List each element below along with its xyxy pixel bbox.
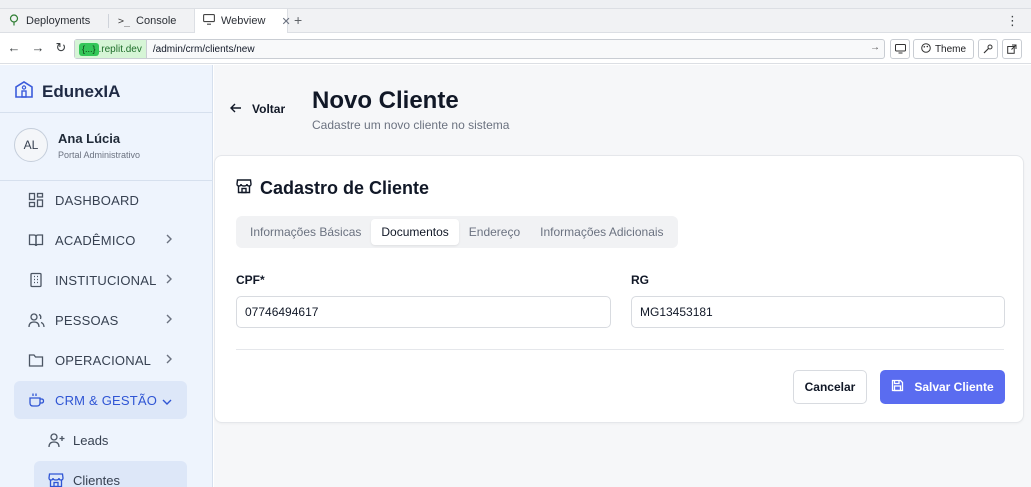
main-content: Voltar Novo Cliente Cadastre um novo cli… bbox=[214, 65, 1031, 487]
repl-domain: {...} .replit.dev bbox=[75, 40, 147, 58]
tab-label: Console bbox=[136, 15, 177, 27]
save-label: Salvar Cliente bbox=[914, 380, 994, 394]
repl-chip: {...} bbox=[79, 42, 99, 56]
user-name: Ana Lúcia bbox=[58, 131, 121, 146]
tab-separator bbox=[108, 14, 109, 28]
tab-label: Deployments bbox=[26, 15, 91, 27]
back-arrow-icon[interactable]: ← bbox=[6, 40, 22, 55]
wrench-icon[interactable] bbox=[978, 39, 998, 59]
page-title: Novo Cliente bbox=[312, 87, 459, 114]
avatar[interactable]: AL bbox=[14, 128, 48, 162]
client-form-card: Cadastro de Cliente Informações Básicas … bbox=[214, 155, 1024, 423]
cpf-field[interactable]: 07746494617 bbox=[236, 296, 611, 328]
user-role: Portal Administrativo bbox=[58, 150, 141, 160]
browser-tab-bar: Deployments >_ Console Webview ✕ + ⋮ bbox=[0, 9, 1031, 33]
sidebar-subitem-leads[interactable]: Leads bbox=[34, 421, 187, 459]
reload-icon[interactable]: ↻ bbox=[53, 40, 69, 56]
url-field[interactable]: {...} .replit.dev /admin/crm/clients/new… bbox=[74, 39, 885, 59]
more-options-icon[interactable]: ⋮ bbox=[1006, 13, 1019, 29]
back-button[interactable]: Voltar bbox=[230, 102, 285, 116]
form-tabs: Informações Básicas Documentos Endereço … bbox=[236, 216, 678, 248]
forward-arrow-icon[interactable]: → bbox=[30, 40, 46, 55]
dashboard-icon bbox=[27, 191, 45, 209]
tab-webview[interactable]: Webview ✕ bbox=[194, 9, 291, 33]
terminal-icon: >_ bbox=[118, 15, 131, 27]
divider bbox=[236, 349, 1004, 350]
school-icon bbox=[14, 79, 34, 104]
palette-icon bbox=[921, 42, 931, 56]
rg-label: RG bbox=[631, 273, 649, 287]
back-label: Voltar bbox=[252, 102, 286, 116]
sidebar-item-label: PESSOAS bbox=[55, 312, 119, 328]
sidebar-item-institucional[interactable]: INSTITUCIONAL bbox=[14, 261, 187, 299]
tab-deployments[interactable]: Deployments bbox=[0, 9, 106, 33]
devices-icon[interactable] bbox=[890, 39, 910, 59]
sidebar-item-label: OPERACIONAL bbox=[55, 352, 152, 368]
rg-field[interactable]: MG13453181 bbox=[631, 296, 1005, 328]
sidebar-item-label: INSTITUCIONAL bbox=[55, 272, 157, 288]
user-plus-icon bbox=[47, 431, 65, 449]
url-path: /admin/crm/clients/new bbox=[152, 43, 255, 55]
card-title-text: Cadastro de Cliente bbox=[260, 178, 430, 198]
arrow-left-icon bbox=[230, 102, 242, 116]
cancel-button[interactable]: Cancelar bbox=[793, 370, 867, 404]
tab-console[interactable]: >_ Console bbox=[110, 9, 194, 33]
url-go-icon[interactable]: → bbox=[870, 42, 880, 53]
divider bbox=[0, 112, 213, 113]
cpf-label: CPF* bbox=[236, 273, 265, 287]
sidebar: EdunexIA AL Ana Lúcia Portal Administrat… bbox=[0, 65, 213, 487]
tab-informacoes-basicas[interactable]: Informações Básicas bbox=[240, 219, 371, 245]
tree-icon bbox=[8, 13, 20, 29]
tab-label: Webview bbox=[221, 15, 266, 27]
coffee-icon bbox=[27, 391, 45, 409]
page-subtitle: Cadastre um novo cliente no sistema bbox=[312, 118, 510, 132]
sidebar-subitem-clientes[interactable]: Clientes bbox=[34, 461, 187, 487]
tab-informacoes-adicionais[interactable]: Informações Adicionais bbox=[530, 219, 673, 245]
sidebar-item-pessoas[interactable]: PESSOAS bbox=[14, 301, 187, 339]
chevron-right-icon bbox=[165, 353, 173, 368]
browser-top-strip bbox=[0, 0, 1031, 9]
sidebar-item-operacional[interactable]: OPERACIONAL bbox=[14, 341, 187, 379]
external-link-icon[interactable] bbox=[1002, 39, 1022, 59]
sidebar-item-label: CRM & GESTÃO bbox=[55, 392, 158, 408]
chevron-right-icon bbox=[165, 233, 173, 248]
building-icon bbox=[27, 271, 45, 289]
save-icon bbox=[891, 379, 904, 395]
tab-documentos[interactable]: Documentos bbox=[371, 219, 459, 245]
brand[interactable]: EdunexIA bbox=[14, 79, 120, 104]
sidebar-item-dashboard[interactable]: DASHBOARD bbox=[14, 181, 187, 219]
theme-button[interactable]: Theme bbox=[913, 39, 974, 59]
sidebar-item-label: DASHBOARD bbox=[55, 192, 140, 208]
sidebar-item-academico[interactable]: ACADÊMICO bbox=[14, 221, 187, 259]
address-bar-row: ← → ↻ {...} .replit.dev /admin/crm/clien… bbox=[0, 34, 1031, 64]
theme-label: Theme bbox=[934, 43, 967, 55]
book-icon bbox=[27, 231, 45, 249]
tab-endereco[interactable]: Endereço bbox=[459, 219, 530, 245]
chevron-right-icon bbox=[165, 273, 173, 288]
sidebar-subitem-label: Leads bbox=[73, 432, 109, 448]
people-icon bbox=[27, 311, 45, 329]
chevron-right-icon bbox=[165, 313, 173, 328]
folder-icon bbox=[27, 351, 45, 369]
monitor-icon bbox=[203, 14, 215, 28]
sidebar-subitem-label: Clientes bbox=[73, 472, 120, 487]
close-icon[interactable]: ✕ bbox=[281, 15, 290, 28]
store-icon bbox=[47, 471, 65, 487]
chevron-down-icon bbox=[161, 394, 173, 409]
url-host: .replit.dev bbox=[98, 43, 142, 55]
sidebar-item-label: ACADÊMICO bbox=[55, 232, 136, 248]
card-title: Cadastro de Cliente bbox=[236, 178, 429, 199]
new-tab-button[interactable]: + bbox=[294, 12, 302, 28]
sidebar-item-crm-gestao[interactable]: CRM & GESTÃO bbox=[14, 381, 187, 419]
save-client-button[interactable]: Salvar Cliente bbox=[880, 370, 1005, 404]
brand-name: EdunexIA bbox=[42, 81, 121, 101]
store-icon bbox=[236, 178, 252, 199]
